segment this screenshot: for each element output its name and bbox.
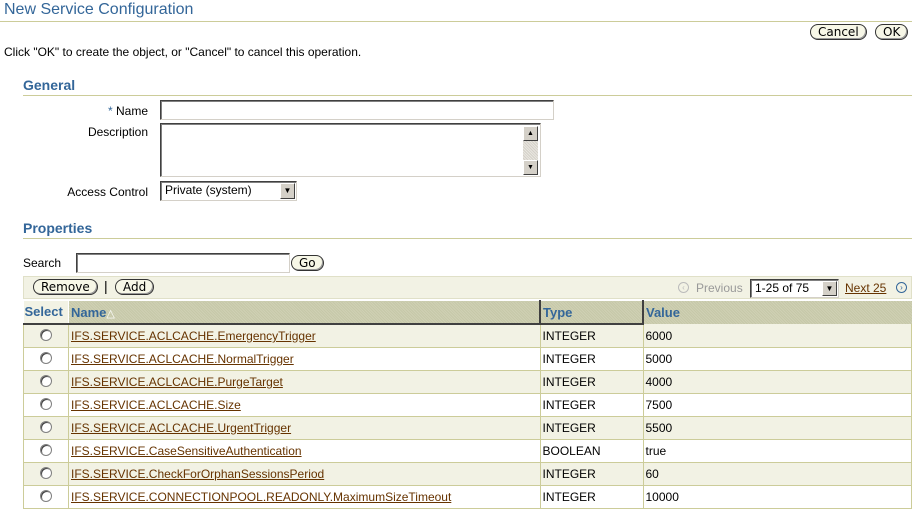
name-cell: IFS.SERVICE.CheckForOrphanSessionsPeriod (68, 462, 541, 486)
property-name-link[interactable]: IFS.SERVICE.ACLCACHE.UrgentTrigger (71, 421, 291, 435)
column-header-name-label: Name (71, 304, 107, 320)
value-cell: 5000 (642, 347, 912, 371)
access-control-select[interactable]: Private (system) ▼ (160, 181, 297, 201)
name-cell: IFS.SERVICE.ACLCACHE.PurgeTarget (68, 370, 541, 394)
chevron-down-icon[interactable]: ▼ (280, 183, 295, 199)
table-row: IFS.SERVICE.ACLCACHE.Size INTEGER 7500 (23, 393, 912, 417)
previous-link: Previous (696, 281, 743, 295)
type-cell: INTEGER (539, 462, 644, 486)
select-cell (23, 324, 69, 348)
table-row: IFS.SERVICE.ACLCACHE.NormalTrigger INTEGE… (23, 347, 912, 371)
name-cell: IFS.SERVICE.CaseSensitiveAuthentication (68, 439, 541, 463)
value-cell: 5500 (642, 416, 912, 440)
ok-button[interactable]: OK (875, 24, 909, 40)
column-header-name[interactable]: Name△ (68, 300, 541, 325)
column-header-value: Value (643, 300, 912, 324)
range-select[interactable]: 1-25 of 75 ▼ (750, 279, 839, 298)
table-row: IFS.SERVICE.ACLCACHE.PurgeTarget INTEGER 4… (23, 370, 912, 394)
property-name-link[interactable]: IFS.SERVICE.ACLCACHE.PurgeTarget (71, 375, 283, 389)
select-cell (23, 393, 69, 417)
row-select-radio[interactable] (40, 397, 52, 410)
properties-section-header: Properties (23, 220, 93, 236)
column-header-type[interactable]: Type (539, 300, 644, 325)
general-section-divider (23, 95, 912, 96)
row-select-radio[interactable] (40, 328, 52, 341)
select-cell (23, 347, 69, 371)
select-cell (23, 416, 69, 440)
required-marker: * (107, 104, 113, 118)
cancel-button[interactable]: Cancel (810, 24, 867, 40)
name-label: * Name (40, 104, 148, 118)
range-value: 1-25 of 75 (755, 281, 810, 295)
general-section-header: General (23, 77, 76, 93)
type-cell: INTEGER (539, 485, 644, 509)
row-select-radio[interactable] (40, 351, 52, 364)
name-cell: IFS.SERVICE.ACLCACHE.UrgentTrigger (68, 416, 541, 440)
go-button[interactable]: Go (291, 255, 324, 271)
table-row: IFS.SERVICE.ACLCACHE.UrgentTrigger INTEGE… (23, 416, 912, 440)
name-cell: IFS.SERVICE.ACLCACHE.EmergencyTrigger (68, 324, 541, 348)
access-control-value: Private (system) (165, 183, 252, 197)
value-cell: 6000 (642, 324, 912, 348)
instruction-text: Click "OK" to create the object, or "Can… (4, 45, 362, 59)
table-row: IFS.SERVICE.CONNECTIONPOOL.READONLY.Maxi… (23, 485, 912, 509)
type-cell: INTEGER (539, 393, 644, 417)
row-select-radio[interactable] (40, 420, 52, 433)
description-scrollbar[interactable] (523, 141, 538, 160)
table-header-row: Select Name△ Type Value (23, 300, 912, 325)
select-cell (23, 485, 69, 509)
title-divider (0, 21, 912, 22)
search-input[interactable] (76, 253, 290, 273)
name-cell: IFS.SERVICE.ACLCACHE.Size (68, 393, 541, 417)
properties-table: Select Name△ Type Value IFS.SERVICE.ACLC… (23, 300, 912, 509)
name-input[interactable] (160, 100, 554, 120)
select-cell (23, 462, 69, 486)
next-link[interactable]: Next 25 (845, 281, 886, 295)
property-name-link[interactable]: IFS.SERVICE.CONNECTIONPOOL.READONLY.Maxi… (71, 490, 451, 504)
scroll-down-icon[interactable]: ▼ (523, 160, 538, 175)
sort-ascending-icon: △ (106, 307, 115, 320)
description-label: Description (87, 125, 148, 139)
properties-section-divider (23, 238, 912, 239)
value-cell: 60 (642, 462, 912, 486)
type-cell: INTEGER (539, 324, 644, 348)
property-name-link[interactable]: IFS.SERVICE.ACLCACHE.EmergencyTrigger (71, 329, 316, 343)
row-select-radio[interactable] (40, 466, 52, 479)
property-name-link[interactable]: IFS.SERVICE.CheckForOrphanSessionsPeriod (71, 467, 324, 481)
value-cell: 7500 (642, 393, 912, 417)
value-cell: 4000 (642, 370, 912, 394)
type-cell: INTEGER (539, 347, 644, 371)
remove-button[interactable]: Remove (33, 279, 98, 295)
previous-icon: ‹ (678, 282, 689, 293)
search-label: Search (23, 256, 62, 270)
property-name-link[interactable]: IFS.SERVICE.ACLCACHE.NormalTrigger (71, 352, 294, 366)
add-button[interactable]: Add (115, 279, 155, 295)
table-row: IFS.SERVICE.CheckForOrphanSessionsPeriod… (23, 462, 912, 486)
row-select-radio[interactable] (40, 374, 52, 387)
page-title: New Service Configuration (4, 1, 194, 18)
table-row: IFS.SERVICE.CaseSensitiveAuthentication B… (23, 439, 912, 463)
description-textarea[interactable]: ▲ ▼ (160, 123, 541, 177)
type-cell: INTEGER (539, 370, 644, 394)
property-name-link[interactable]: IFS.SERVICE.ACLCACHE.Size (71, 398, 241, 412)
name-cell: IFS.SERVICE.CONNECTIONPOOL.READONLY.Maxi… (68, 485, 541, 509)
select-cell (23, 370, 69, 394)
column-header-select: Select (23, 300, 69, 325)
scroll-up-icon[interactable]: ▲ (523, 126, 538, 141)
toolbar-separator: | (104, 278, 108, 294)
chevron-down-icon[interactable]: ▼ (822, 281, 837, 296)
value-cell: 10000 (642, 485, 912, 509)
name-cell: IFS.SERVICE.ACLCACHE.NormalTrigger (68, 347, 541, 371)
row-select-radio[interactable] (40, 489, 52, 502)
value-cell: true (642, 439, 912, 463)
select-cell (23, 439, 69, 463)
access-control-label: Access Control (67, 185, 148, 199)
property-name-link[interactable]: IFS.SERVICE.CaseSensitiveAuthentication (71, 444, 302, 458)
row-select-radio[interactable] (40, 443, 52, 456)
type-cell: BOOLEAN (539, 439, 644, 463)
next-icon[interactable]: › (896, 282, 907, 293)
table-row: IFS.SERVICE.ACLCACHE.EmergencyTrigger INT… (23, 324, 912, 348)
type-cell: INTEGER (539, 416, 644, 440)
name-label-text: Name (115, 104, 148, 118)
